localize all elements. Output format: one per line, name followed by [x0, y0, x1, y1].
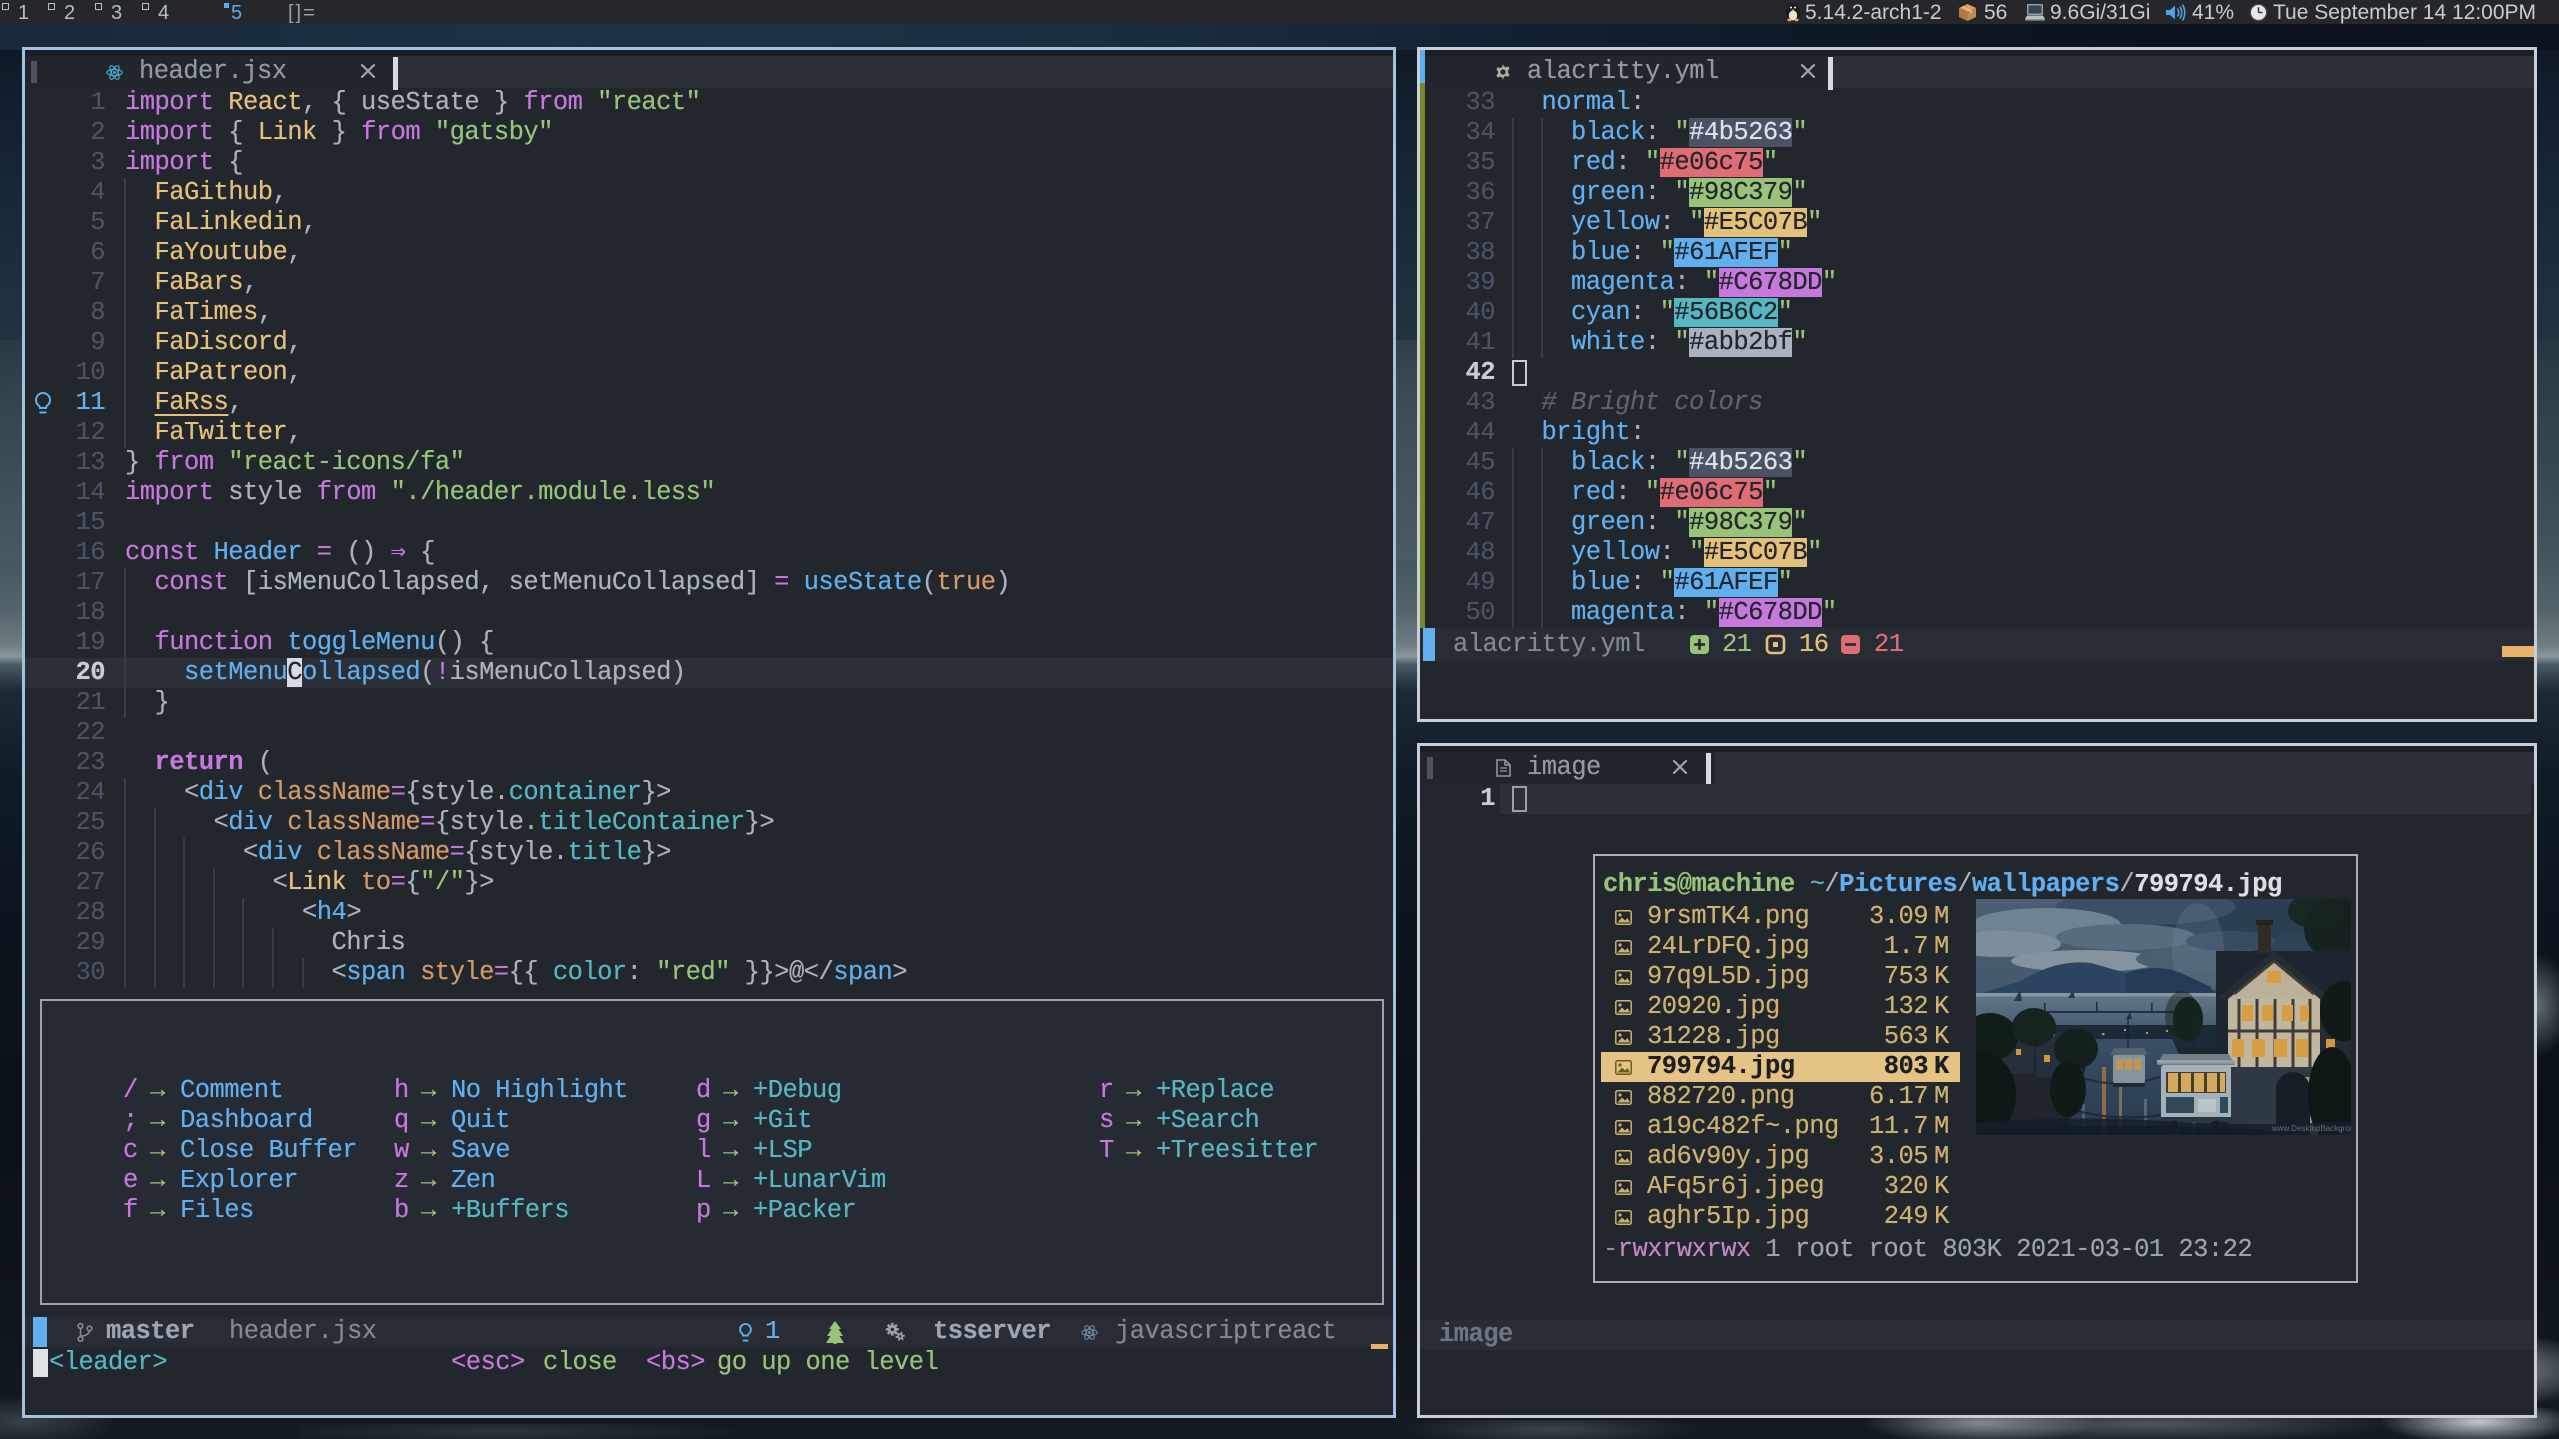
svg-text:www.DesktopBackground.org: www.DesktopBackground.org — [2271, 1124, 2351, 1133]
